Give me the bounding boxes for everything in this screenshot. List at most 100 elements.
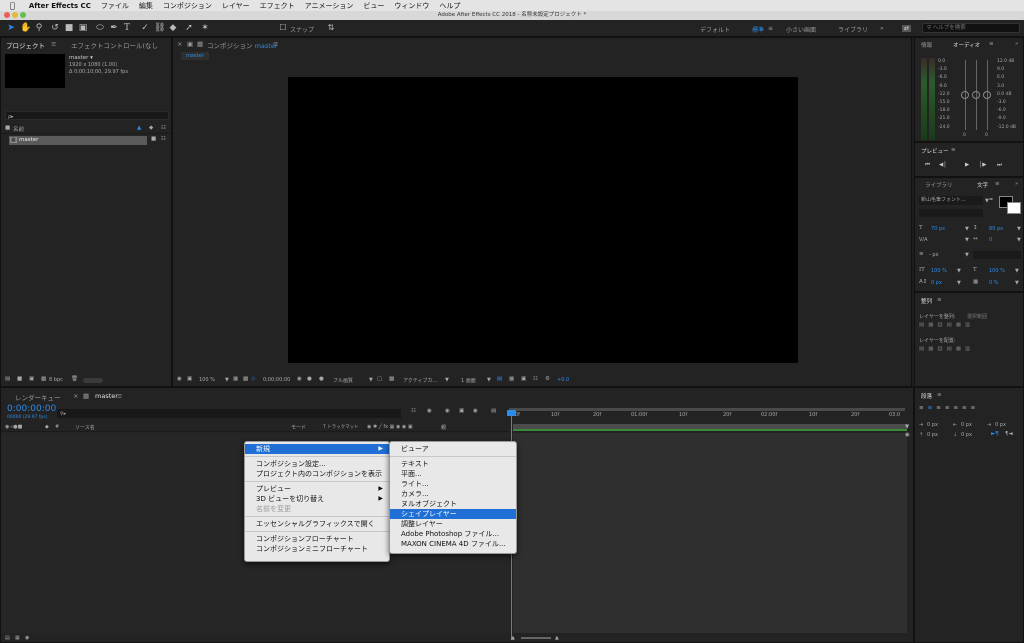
eyedropper-icon[interactable]: ✒	[989, 197, 994, 203]
submenu-item-shape-layer[interactable]: シェイプレイヤー	[390, 509, 516, 519]
item-name[interactable]: master ▾	[69, 55, 93, 61]
previous-frame-icon[interactable]: ◀│	[939, 162, 947, 168]
indent-first-value[interactable]: 0 px	[995, 422, 1006, 428]
tab-preview[interactable]: プレビュー	[921, 147, 949, 155]
align-target-select[interactable]: 選択範囲	[967, 313, 987, 320]
menu-file[interactable]: ファイル	[101, 1, 129, 11]
menu-layer[interactable]: レイヤー	[222, 1, 250, 11]
composition-menu-icon[interactable]: ≡	[273, 40, 278, 48]
interpret-footage-icon[interactable]: ▤	[5, 376, 10, 382]
workspace-libraries[interactable]: ライブラリ	[838, 25, 868, 34]
track-area[interactable]	[513, 433, 907, 633]
submenu-item-cinema4d-file[interactable]: MAXON CINEMA 4D ファイル...	[390, 539, 516, 549]
apple-icon[interactable]: 	[10, 1, 15, 10]
project-search-input[interactable]: ρ▸	[5, 111, 169, 120]
vertical-scale-value[interactable]: 100 %	[931, 268, 947, 274]
mask-visibility-icon[interactable]: ◇	[251, 376, 255, 382]
draft-3d-icon[interactable]: ◉	[427, 408, 432, 414]
playhead-handle[interactable]	[507, 410, 516, 416]
tab-composition[interactable]: コンポジション master	[207, 40, 278, 50]
mode-header[interactable]: モード	[291, 424, 306, 431]
next-frame-icon[interactable]: │▶	[979, 162, 987, 168]
text-direction-rtl-icon[interactable]: ¶◄	[1005, 431, 1013, 437]
flowchart-icon[interactable]: ☷	[161, 136, 166, 142]
rotate-tool-icon[interactable]: ↺	[50, 23, 60, 33]
menu-edit[interactable]: 編集	[139, 1, 153, 11]
column-name[interactable]: 名前	[13, 125, 24, 133]
pan-behind-tool-icon[interactable]: ▣	[78, 23, 88, 33]
zoom-tool-icon[interactable]: ⚲	[34, 23, 44, 33]
menu-item-comp-mini-flowchart[interactable]: コンポジションミニフローチャート	[245, 544, 389, 554]
submenu-item-photoshop-file[interactable]: Adobe Photoshop ファイル...	[390, 529, 516, 539]
character-menu-icon[interactable]: ≡	[995, 181, 1000, 187]
workspace-overflow-icon[interactable]: »	[880, 25, 884, 32]
ellipse-tool-icon[interactable]: ⬭	[95, 23, 105, 33]
preview-menu-icon[interactable]: ≡	[951, 147, 956, 153]
snap-checkbox-icon[interactable]: ☐	[278, 23, 288, 33]
align-bottom-icon[interactable]: ▥	[965, 322, 974, 328]
text-direction-ltr-icon[interactable]: ►¶	[991, 431, 999, 437]
graph-editor-icon[interactable]: ▤	[491, 408, 496, 414]
current-time-display[interactable]: 0;00;00;00	[263, 377, 290, 383]
submenu-item-solid[interactable]: 平面...	[390, 469, 516, 479]
tab-info[interactable]: 情報	[921, 41, 932, 49]
show-snapshot-icon[interactable]: ●	[307, 376, 312, 382]
space-before-value[interactable]: 0 px	[927, 432, 938, 438]
zoom-in-timeline-icon[interactable]: ▲	[555, 635, 559, 641]
distribute-bottom-icon[interactable]: ▥	[937, 346, 946, 352]
zoom-out-timeline-icon[interactable]: ▲	[511, 635, 515, 641]
tab-project[interactable]: プロジェクト	[6, 40, 45, 50]
menu-composition[interactable]: コンポジション	[163, 1, 212, 11]
sort-up-icon[interactable]: ▲	[137, 125, 141, 131]
timeline-current-time[interactable]: 0:00:00:00	[7, 404, 56, 414]
flowchart-view-icon[interactable]: ☷	[533, 376, 538, 382]
puppet-tool-icon[interactable]: ✶	[200, 23, 210, 33]
comp-mini-flowchart-icon[interactable]: ☷	[411, 408, 416, 414]
always-preview-icon[interactable]: ◉	[177, 376, 182, 382]
workspace-standard[interactable]: 標準	[752, 25, 764, 34]
menu-help[interactable]: ヘルプ	[439, 1, 460, 11]
menu-item-comp-flowchart[interactable]: コンポジションフローチャート	[245, 534, 389, 544]
source-name-header[interactable]: ソース名	[75, 424, 95, 431]
justify-all-icon[interactable]: ≡	[971, 405, 980, 411]
font-style-select[interactable]	[919, 209, 983, 217]
tag-column-icon[interactable]: ◆	[149, 125, 153, 131]
trkmat-header[interactable]: T トラックマット	[323, 424, 359, 430]
region-of-interest-icon[interactable]: ▢	[377, 376, 382, 382]
audio-overflow-icon[interactable]: »	[1015, 41, 1018, 47]
tab-effect-controls[interactable]: エフェクトコントロール(なし	[71, 40, 158, 50]
close-tab-icon[interactable]: ×	[177, 40, 182, 48]
workspace-small-screen[interactable]: 小さい画面	[786, 25, 816, 34]
audio-knob-right[interactable]	[983, 91, 991, 99]
motion-blur-icon[interactable]: ◉	[473, 408, 478, 414]
align-text-right-icon[interactable]: ≡	[936, 405, 945, 411]
resolution-select[interactable]: フル画質	[333, 377, 353, 384]
help-search-input[interactable]: ⚲ ヘルプを検索	[922, 23, 1020, 33]
play-icon[interactable]: ▶	[965, 162, 969, 168]
submenu-item-light[interactable]: ライト...	[390, 479, 516, 489]
paragraph-menu-icon[interactable]: ≡	[937, 392, 942, 398]
selection-tool-icon[interactable]: ➤	[6, 23, 16, 33]
indent-right-value[interactable]: 0 px	[961, 422, 972, 428]
new-composition-icon[interactable]: ▣	[29, 376, 34, 382]
toggle-modes-icon[interactable]: ▦	[15, 635, 20, 641]
list-item[interactable]: ▦ master	[9, 136, 147, 145]
transparency-grid-icon[interactable]: ▩	[389, 376, 394, 382]
project-panel-menu-icon[interactable]: ≡	[51, 40, 56, 48]
tab-align[interactable]: 整列	[921, 297, 932, 305]
submenu-item-viewer[interactable]: ビューア	[390, 444, 516, 454]
close-comp-tab-icon[interactable]: ×	[73, 392, 78, 400]
horizontal-scale-value[interactable]: 100 %	[989, 268, 1005, 274]
delete-icon[interactable]: 🗑	[71, 376, 78, 382]
thumbnail-size-slider[interactable]	[83, 378, 103, 383]
tsume-value[interactable]: 0 %	[989, 280, 999, 286]
menu-item-essential-graphics[interactable]: エッセンシャルグラフィックスで開く	[245, 519, 389, 529]
stroke-width-value[interactable]: - px	[929, 252, 939, 258]
audio-menu-icon[interactable]: ≡	[989, 41, 994, 47]
work-area-bar[interactable]	[509, 408, 905, 411]
font-family-select[interactable]: 新山毛筆フォント...	[919, 196, 983, 205]
app-menu[interactable]: After Effects CC	[29, 2, 91, 10]
menu-window[interactable]: ウィンドウ	[394, 1, 429, 11]
camera-view-select[interactable]: アクティブカ...	[403, 377, 437, 384]
justify-center-icon[interactable]: ≡	[953, 405, 962, 411]
